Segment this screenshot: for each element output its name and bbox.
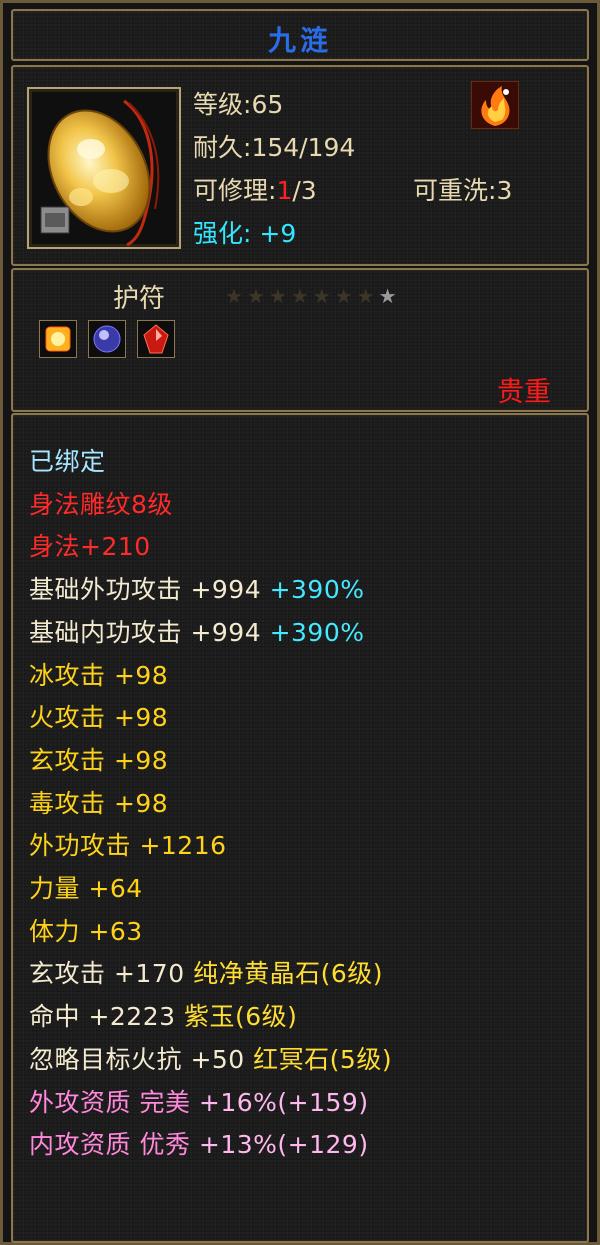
attribute-line: 身法雕纹8级: [29, 484, 392, 527]
star-icon: ★: [268, 284, 291, 308]
attribute-line: 身法+210: [29, 526, 392, 569]
amber-jade-pendant-icon: [40, 99, 160, 247]
item-tooltip: 九涟 等级:65 耐久:154/194 可修理:1/3 强化: +9 可重洗:3…: [0, 0, 600, 1245]
attribute-text: 外攻资质 完美: [29, 1087, 191, 1117]
attribute-extra: 纯净黄晶石(6级): [193, 959, 383, 989]
star-rating: ★★★★★★★★: [225, 284, 401, 308]
title-bar: 九涟: [11, 9, 589, 61]
attribute-text: 忽略目标火抗 +50: [29, 1044, 245, 1074]
attribute-text: 基础外功攻击 +994: [29, 575, 262, 605]
attribute-text: 冰攻击 +98: [29, 660, 169, 690]
attribute-text: 力量 +64: [29, 874, 143, 904]
attribute-text: 身法+210: [29, 532, 151, 562]
red-gem-icon[interactable]: [137, 320, 176, 358]
level-value: :65: [243, 90, 284, 119]
amulet-section: 护符 ★★★★★★★★ 贵重: [11, 268, 589, 412]
attribute-line: 外功攻击 +1216: [29, 825, 392, 868]
attribute-line: 玄攻击 +170 纯净黄晶石(6级): [29, 953, 392, 996]
enhance-row: 强化: +9: [193, 212, 355, 255]
attribute-extra: 紫玉(6级): [183, 1002, 298, 1032]
attribute-text: 内攻资质 优秀: [29, 1130, 191, 1160]
socket-gems: [39, 320, 181, 362]
attribute-line: 内攻资质 优秀 +13%(+129): [29, 1124, 392, 1167]
attribute-extra: 红冥石(5级): [253, 1044, 393, 1074]
repair-label: 可修理:: [193, 176, 277, 205]
attribute-line: 火攻击 +98: [29, 697, 392, 740]
reroll-value: :3: [488, 176, 513, 205]
repair-row: 可修理:1/3: [193, 169, 355, 212]
attribute-line: 基础外功攻击 +994 +390%: [29, 569, 392, 612]
star-icon-lit: ★: [378, 284, 401, 308]
item-header: 等级:65 耐久:154/194 可修理:1/3 强化: +9 可重洗:3: [11, 65, 589, 266]
blue-gem-icon[interactable]: [88, 320, 127, 358]
attribute-text: 火攻击 +98: [29, 703, 169, 733]
gold-gem-icon[interactable]: [39, 320, 77, 358]
attribute-text: 毒攻击 +98: [29, 788, 169, 818]
item-stats: 等级:65 耐久:154/194 可修理:1/3 强化: +9: [193, 83, 355, 255]
level-row: 等级:65: [193, 83, 355, 126]
attribute-line: 忽略目标火抗 +50 红冥石(5级): [29, 1039, 392, 1082]
enhance-label: 强化:: [193, 219, 252, 248]
durability-row: 耐久:154/194: [193, 126, 355, 169]
star-icon: ★: [356, 284, 379, 308]
attribute-extra: +390%: [269, 617, 365, 647]
attribute-text: 外功攻击 +1216: [29, 831, 227, 861]
attribute-extra: +13%(+129): [198, 1130, 369, 1160]
repair-total: /3: [292, 176, 317, 205]
attribute-line: 力量 +64: [29, 868, 392, 911]
attribute-line: 外攻资质 完美 +16%(+159): [29, 1082, 392, 1125]
attribute-text: 玄攻击 +170: [29, 959, 185, 989]
attribute-line: 毒攻击 +98: [29, 783, 392, 826]
star-icon: ★: [312, 284, 335, 308]
attribute-text: 身法雕纹8级: [29, 489, 173, 519]
reroll-row: 可重洗:3: [413, 169, 512, 212]
level-label: 等级: [193, 90, 244, 119]
attribute-line: 命中 +2223 紫玉(6级): [29, 996, 392, 1039]
attribute-text: 基础内功攻击 +994: [29, 617, 262, 647]
attribute-extra: +16%(+159): [198, 1087, 369, 1117]
attribute-line: 玄攻击 +98: [29, 740, 392, 783]
durability-value: :154/194: [243, 133, 356, 162]
amulet-label: 护符: [113, 284, 166, 314]
item-name: 九涟: [267, 24, 332, 57]
attribute-line: 体力 +63: [29, 911, 392, 954]
repair-current: 1: [276, 176, 293, 205]
attribute-list: 已绑定 身法雕纹8级 身法+210 基础外功攻击 +994 +390% 基础内功攻击 +…: [29, 441, 392, 1167]
fire-phoenix-icon: [471, 81, 519, 129]
durability-label: 耐久: [193, 133, 244, 162]
item-icon-slot: [27, 87, 181, 249]
attribute-line: 冰攻击 +98: [29, 655, 392, 698]
rarity-label: 贵重: [497, 377, 551, 408]
star-icon: ★: [290, 284, 313, 308]
enhance-value: +9: [259, 219, 297, 248]
attribute-text: 命中 +2223: [29, 1002, 176, 1032]
attribute-line: 已绑定: [29, 441, 392, 484]
star-icon: ★: [246, 284, 269, 308]
attribute-text: 已绑定: [29, 447, 106, 476]
star-icon: ★: [334, 284, 357, 308]
attributes-panel: 已绑定 身法雕纹8级 身法+210 基础外功攻击 +994 +390% 基础内功攻击 +…: [11, 413, 589, 1243]
attribute-text: 玄攻击 +98: [29, 745, 169, 775]
star-icon: ★: [225, 284, 247, 308]
reroll-label: 可重洗: [413, 176, 489, 205]
attribute-line: 基础内功攻击 +994 +390%: [29, 612, 392, 655]
attribute-extra: +390%: [269, 575, 365, 605]
attribute-text: 体力 +63: [29, 916, 143, 946]
